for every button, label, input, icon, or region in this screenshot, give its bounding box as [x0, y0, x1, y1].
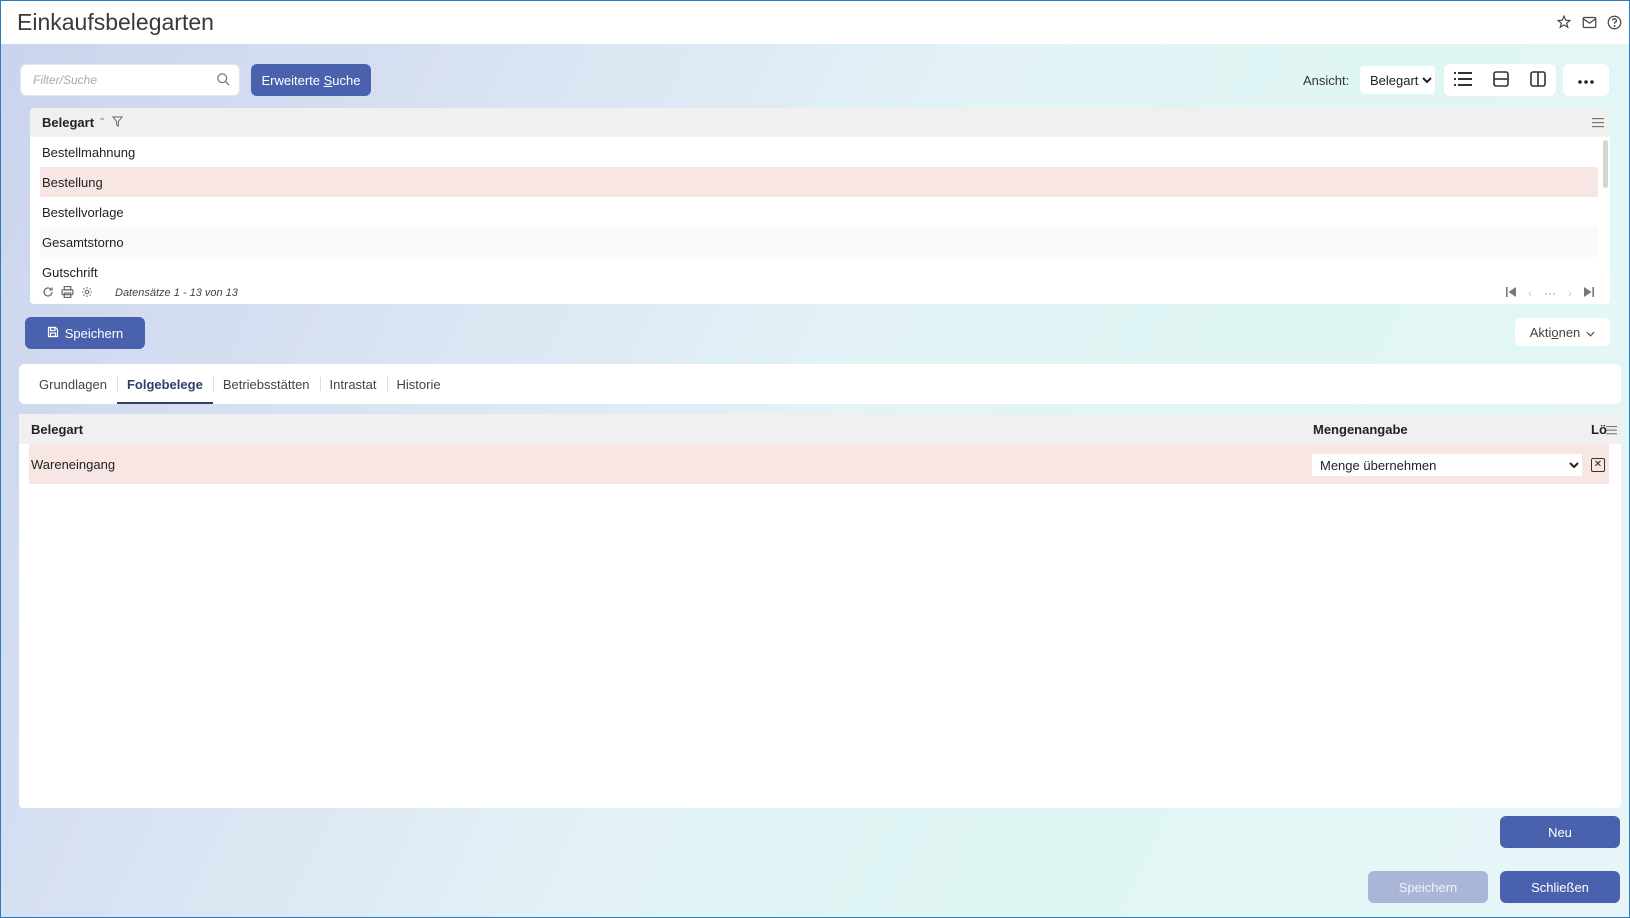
view-label: Ansicht: — [1303, 73, 1350, 88]
record-count: Datensätze 1 - 13 von 13 — [115, 287, 238, 299]
first-page-icon[interactable] — [1506, 286, 1516, 300]
actions-dropdown-button[interactable]: Aktionen — [1515, 318, 1610, 346]
table-row[interactable]: Wareneingang Menge übernehmen ✕ — [29, 444, 1609, 484]
belegart-grid: Belegart ⌃ Bestellmahnung Bestellung Bes… — [30, 108, 1610, 304]
page-ellipsis-icon[interactable]: ··· — [1544, 286, 1556, 300]
tab-bar: Grundlagen Folgebelege Betriebsstätten I… — [19, 364, 1621, 404]
filter-icon[interactable] — [112, 115, 124, 130]
belegart-cell: Wareneingang — [31, 457, 116, 472]
list-view-icon[interactable] — [1454, 71, 1473, 89]
advanced-search-button[interactable]: Erweiterte Suche — [251, 64, 371, 96]
settings-icon[interactable] — [81, 286, 93, 301]
save-button[interactable]: Speichern — [25, 317, 145, 349]
search-input[interactable] — [21, 65, 201, 95]
column-header-belegart[interactable]: Belegart — [42, 115, 94, 130]
column-header-loeschen[interactable]: Löschen — [1591, 422, 1607, 437]
prev-page-icon[interactable]: ‹ — [1528, 286, 1532, 300]
tab-folgebelege[interactable]: Folgebelege — [116, 364, 213, 404]
more-options-button[interactable] — [1563, 64, 1609, 96]
title-bar: Einkaufsbelegarten — [1, 1, 1629, 44]
tab-betriebsstaetten[interactable]: Betriebsstätten — [212, 364, 320, 404]
tab-historie[interactable]: Historie — [386, 364, 451, 404]
refresh-icon[interactable] — [42, 286, 54, 301]
view-toggle-group — [1444, 64, 1556, 96]
delete-row-icon[interactable]: ✕ — [1591, 458, 1605, 472]
column-menu-icon[interactable] — [1592, 116, 1604, 131]
next-page-icon[interactable]: › — [1568, 286, 1572, 300]
split-horizontal-icon[interactable] — [1493, 70, 1509, 90]
detail-grid-header: Belegart Mengenangabe Löschen — [19, 414, 1621, 444]
column-header-belegart[interactable]: Belegart — [31, 422, 83, 437]
table-row[interactable]: Gesamtstorno — [40, 227, 1598, 257]
chevron-down-icon — [1586, 325, 1595, 340]
sort-asc-icon[interactable]: ⌃ — [98, 117, 106, 128]
search-icon[interactable] — [216, 72, 231, 90]
save-button-disabled[interactable]: Speichern — [1368, 871, 1488, 903]
close-button[interactable]: Schließen — [1500, 871, 1620, 903]
page-title: Einkaufsbelegarten — [17, 9, 214, 35]
column-header-mengenangabe[interactable]: Mengenangabe — [1313, 422, 1408, 437]
help-icon[interactable] — [1605, 13, 1623, 31]
tab-grundlagen[interactable]: Grundlagen — [29, 364, 117, 404]
table-row-selected[interactable]: Bestellung — [40, 167, 1598, 197]
tab-intrastat[interactable]: Intrastat — [319, 364, 387, 404]
table-row[interactable]: Bestellvorlage — [40, 197, 1598, 227]
last-page-icon[interactable] — [1584, 286, 1594, 300]
new-button[interactable]: Neu — [1500, 816, 1620, 848]
pager: ‹ ··· › — [1506, 286, 1594, 300]
more-icon — [1578, 73, 1594, 87]
scrollbar[interactable] — [1603, 140, 1608, 188]
mengenangabe-select[interactable]: Menge übernehmen — [1312, 454, 1582, 476]
split-vertical-icon[interactable] — [1529, 70, 1546, 90]
search-box — [20, 64, 240, 96]
print-icon[interactable] — [61, 285, 74, 301]
column-menu-icon[interactable] — [1606, 423, 1617, 438]
grid-header: Belegart ⌃ — [30, 108, 1610, 137]
table-row[interactable]: Bestellmahnung — [40, 137, 1598, 167]
actions-label: Aktionen — [1529, 324, 1581, 340]
grid-footer: Datensätze 1 - 13 von 13 ‹ ··· › — [30, 283, 1610, 303]
star-icon[interactable] — [1555, 13, 1573, 31]
save-icon — [47, 326, 59, 341]
folgebelege-grid: Belegart Mengenangabe Löschen Wareneinga… — [19, 414, 1621, 808]
view-select[interactable]: Belegart — [1360, 66, 1435, 94]
mail-icon[interactable] — [1580, 13, 1598, 31]
